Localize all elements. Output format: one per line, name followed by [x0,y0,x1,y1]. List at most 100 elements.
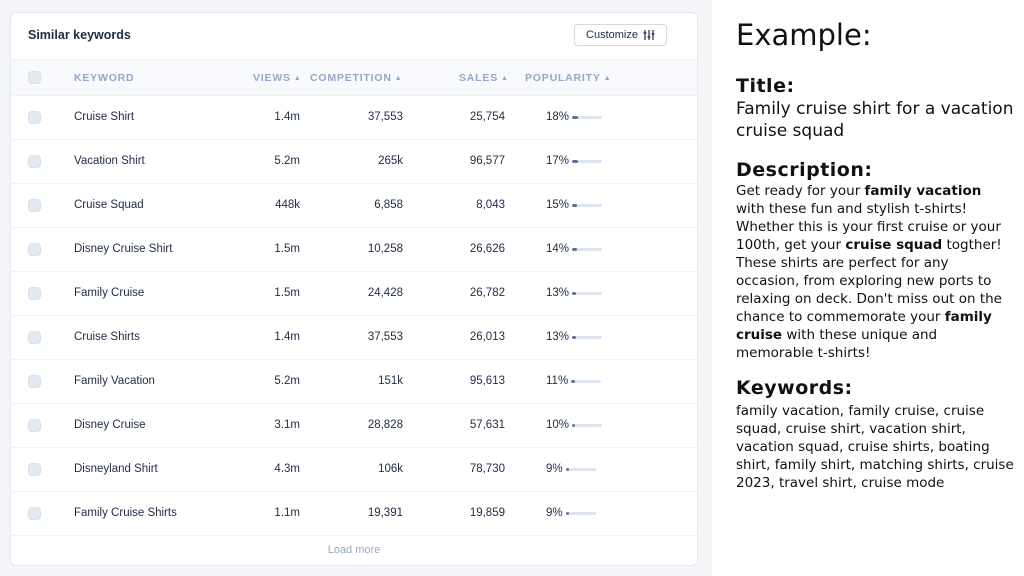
description-text-part: Get ready for your [736,183,865,199]
column-header-competition[interactable]: COMPETITION ▲︎ [310,72,402,84]
keyword-cell: Vacation Shirt [74,155,145,167]
popularity-value: 18% [546,111,570,123]
popularity-value: 13% [546,287,570,299]
popularity-cell: 9% [546,463,596,475]
table-row[interactable]: Disney Cruise Shirt 1.5m 10,258 26,626 14% [11,228,697,272]
views-cell: 1.1m [274,507,300,519]
sales-cell: 78,730 [469,463,505,475]
sliders-icon [643,30,655,40]
views-cell: 1.5m [274,287,300,299]
row-checkbox[interactable] [28,419,41,432]
table-row[interactable]: Disneyland Shirt 4.3m 106k 78,730 9% [11,448,697,492]
sales-cell: 26,782 [469,287,505,299]
popularity-cell: 13% [546,331,603,343]
select-all-checkbox[interactable] [28,71,41,84]
views-cell: 5.2m [274,155,300,167]
popularity-bar-fill [565,511,569,515]
competition-cell: 6,858 [374,199,403,211]
sort-arrows-icon: ▲︎ [603,75,612,82]
table-row[interactable]: Family Vacation 5.2m 151k 95,613 11% [11,360,697,404]
similar-keywords-panel: Similar keywords Customize KEYWORD VIEWS… [10,12,698,566]
sales-cell: 96,577 [469,155,505,167]
popularity-bar-fill [572,159,579,163]
keyword-table-body: Cruise Shirt 1.4m 37,553 25,754 18% Vacation … [11,96,697,536]
row-checkbox[interactable] [28,243,41,256]
panel-title: Similar keywords [28,28,131,42]
keyword-cell: Disney Cruise [74,419,146,431]
table-row[interactable]: Family Cruise 1.5m 24,428 26,782 13% [11,272,697,316]
row-checkbox[interactable] [28,331,41,344]
popularity-value: 17% [546,155,570,167]
table-header: KEYWORD VIEWS ▲︎ COMPETITION ▲︎ SALES ▲︎ PO… [11,59,697,96]
views-cell: 448k [275,199,300,211]
popularity-cell: 10% [546,419,603,431]
description-bold-phrase: cruise squad [845,237,943,253]
popularity-bar [572,423,603,427]
popularity-bar [572,203,603,207]
row-checkbox[interactable] [28,199,41,212]
keywords-heading: Keywords: [736,377,853,399]
table-row[interactable]: Cruise Shirts 1.4m 37,553 26,013 13% [11,316,697,360]
column-header-keyword[interactable]: KEYWORD [74,72,134,84]
competition-cell: 37,553 [367,331,403,343]
popularity-cell: 9% [546,507,596,519]
popularity-cell: 18% [546,111,603,123]
popularity-cell: 13% [546,287,603,299]
popularity-value: 13% [546,331,570,343]
description-heading: Description: [736,159,873,181]
popularity-value: 11% [546,375,569,387]
views-cell: 1.4m [274,111,300,123]
row-checkbox[interactable] [28,375,41,388]
popularity-bar-fill [572,335,577,339]
description-bold-phrase: family vacation [864,183,982,199]
views-cell: 3.1m [274,419,300,431]
row-checkbox[interactable] [28,155,41,168]
sales-cell: 95,613 [469,375,505,387]
popularity-bar [565,511,596,515]
popularity-bar-fill [572,247,578,251]
panel-header: Similar keywords Customize [11,13,697,59]
row-checkbox[interactable] [28,507,41,520]
table-row[interactable]: Cruise Squad 448k 6,858 8,043 15% [11,184,697,228]
column-header-views[interactable]: VIEWS ▲︎ [253,72,302,84]
title-heading: Title: [736,75,795,97]
table-row[interactable]: Disney Cruise 3.1m 28,828 57,631 10% [11,404,697,448]
popularity-bar [571,379,602,383]
competition-cell: 10,258 [367,243,403,255]
description-text: Get ready for your family vacation with … [736,182,1014,362]
row-checkbox[interactable] [28,463,41,476]
customize-label: Customize [586,29,638,41]
customize-button[interactable]: Customize [574,24,667,46]
competition-cell: 24,428 [367,287,403,299]
row-checkbox[interactable] [28,287,41,300]
views-cell: 5.2m [274,375,300,387]
competition-cell: 28,828 [367,419,403,431]
popularity-value: 14% [546,243,570,255]
title-text: Family cruise shirt for a vacation cruis… [736,99,1014,141]
column-header-popularity-label: POPULARITY [525,72,601,84]
keyword-cell: Cruise Shirt [74,111,135,123]
load-more-button[interactable]: Load more [11,544,697,556]
keyword-cell: Cruise Squad [74,199,144,211]
popularity-bar-fill [572,115,579,119]
column-header-sales[interactable]: SALES ▲︎ [459,72,509,84]
table-row[interactable]: Cruise Shirt 1.4m 37,553 25,754 18% [11,96,697,140]
keywords-text: family vacation, family cruise, cruise s… [736,403,1014,491]
sales-cell: 8,043 [476,199,505,211]
table-row[interactable]: Family Cruise Shirts 1.1m 19,391 19,859 9% [11,492,697,536]
competition-cell: 37,553 [367,111,403,123]
table-row[interactable]: Vacation Shirt 5.2m 265k 96,577 17% [11,140,697,184]
views-cell: 4.3m [274,463,300,475]
popularity-bar-fill [572,291,577,295]
keyword-cell: Family Cruise [74,287,145,299]
competition-cell: 265k [378,155,403,167]
row-checkbox[interactable] [28,111,41,124]
popularity-cell: 15% [546,199,603,211]
views-cell: 1.4m [274,331,300,343]
popularity-value: 10% [546,419,570,431]
popularity-cell: 11% [546,375,602,387]
keyword-cell: Disney Cruise Shirt [74,243,173,255]
popularity-bar-fill [571,379,576,383]
column-header-popularity[interactable]: POPULARITY ▲︎ [525,72,611,84]
sales-cell: 57,631 [469,419,505,431]
